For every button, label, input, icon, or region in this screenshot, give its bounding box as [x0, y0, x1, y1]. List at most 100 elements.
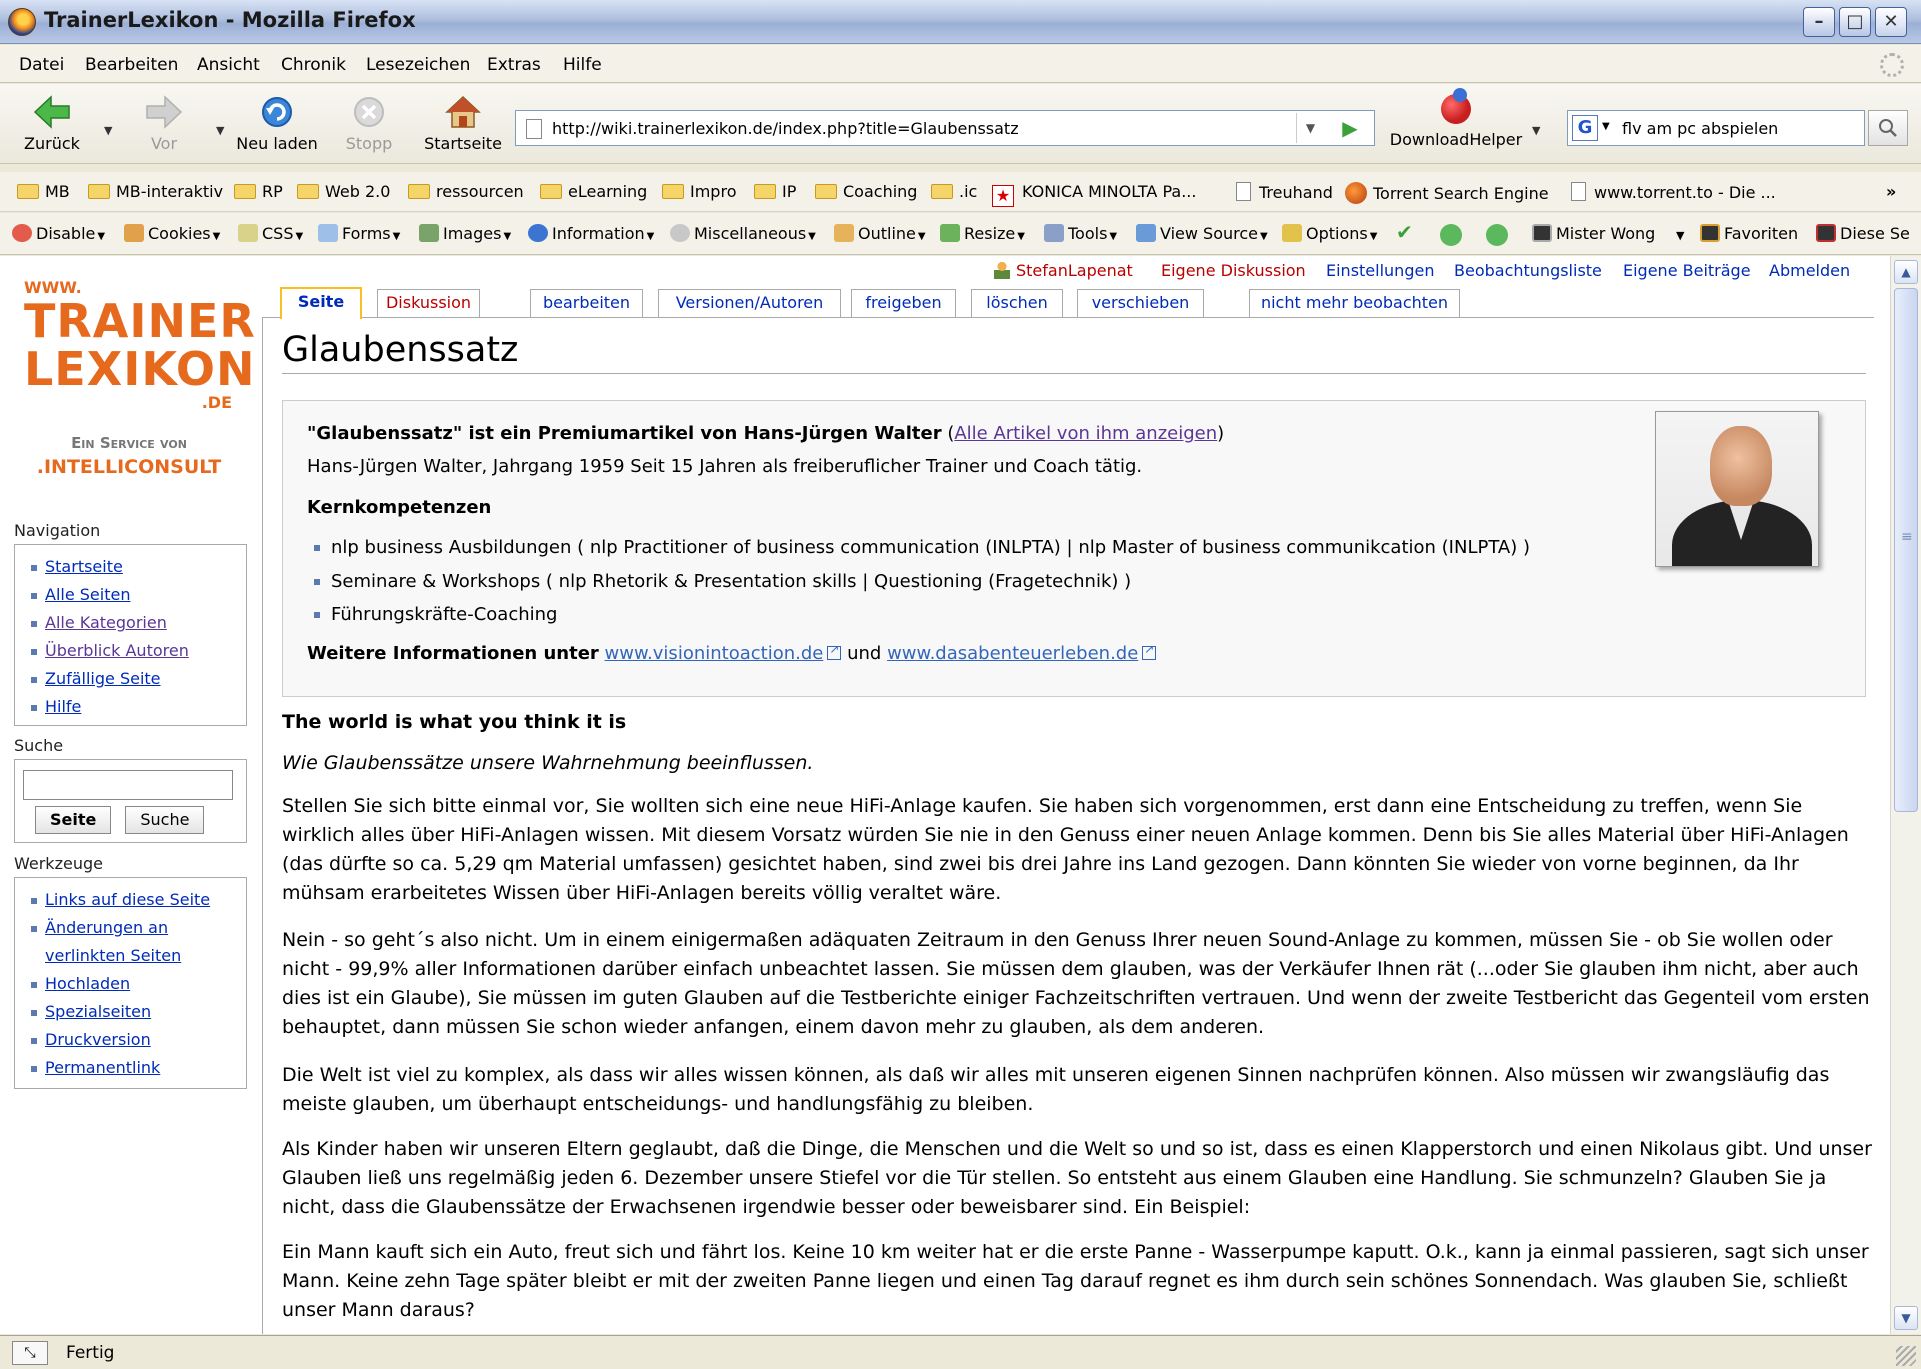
search-bar[interactable]: G ▼ [1567, 110, 1865, 146]
close-button[interactable]: ✕ [1875, 7, 1907, 37]
url-history-dropdown[interactable]: ▼ [1296, 113, 1324, 143]
bookmark-folder[interactable]: .ic [931, 182, 977, 201]
validate-css-button[interactable] [1440, 224, 1466, 247]
devbar-images[interactable]: Images ▼ [419, 224, 511, 243]
home-button[interactable]: Startseite [418, 94, 508, 153]
go-page-button[interactable]: Seite [35, 806, 112, 834]
watchlist-link[interactable]: Beobachtungsliste [1454, 261, 1602, 280]
menu-bearbeiten[interactable]: Bearbeiten [85, 55, 178, 75]
google-engine-icon[interactable]: G [1572, 115, 1598, 141]
bookmark-folder[interactable]: Coaching [815, 182, 917, 201]
forward-history-dropdown[interactable]: ▼ [216, 124, 224, 137]
user-page-link[interactable]: StefanLapenat [994, 261, 1133, 280]
devbar-outline[interactable]: Outline ▼ [834, 224, 926, 243]
go-button[interactable]: ▶ [1332, 113, 1368, 143]
menu-chronik[interactable]: Chronik [281, 55, 346, 75]
bookmark-folder[interactable]: RP [234, 182, 283, 201]
validate-check-icon[interactable]: ✔ [1396, 220, 1413, 244]
sidebar-item-druckversion[interactable]: Druckversion [23, 1026, 246, 1054]
forward-button[interactable]: Vor [130, 94, 198, 153]
resize-grip[interactable] [1896, 1346, 1916, 1366]
menu-datei[interactable]: Datei [19, 55, 64, 75]
tab-freigeben[interactable]: freigeben [851, 289, 956, 317]
favoriten-button[interactable]: Favoriten [1700, 224, 1798, 243]
maximize-button[interactable]: □ [1839, 7, 1871, 37]
scroll-thumb[interactable] [1894, 288, 1918, 812]
bookmark-link[interactable]: www.torrent.to - Die ... [1571, 182, 1776, 202]
tab-versionen-autoren[interactable]: Versionen/Autoren [658, 289, 841, 317]
bookmark-link[interactable]: ★ KONICA MINOLTA Pa... [992, 182, 1196, 207]
downloadhelper-dropdown[interactable]: ▼ [1532, 124, 1540, 137]
reload-button[interactable]: Neu laden [232, 94, 322, 153]
search-engine-dropdown[interactable]: ▼ [1602, 121, 1610, 132]
menu-hilfe[interactable]: Hilfe [563, 55, 602, 75]
sidebar-item-hilfe[interactable]: Hilfe [23, 693, 246, 721]
scroll-up-button[interactable]: ▲ [1894, 260, 1918, 284]
validate-html-button[interactable] [1486, 224, 1512, 247]
tab-nicht-mehr-beobachten[interactable]: nicht mehr beobachten [1249, 289, 1460, 317]
bookmark-folder[interactable]: MB-interaktiv [88, 182, 223, 201]
menu-ansicht[interactable]: Ansicht [197, 55, 260, 75]
url-input[interactable] [552, 115, 1292, 141]
all-articles-link[interactable]: Alle Artikel von ihm anzeigen [954, 423, 1217, 444]
logout-link[interactable]: Abmelden [1769, 261, 1850, 280]
bookmark-folder[interactable]: Impro [662, 182, 736, 201]
dasabenteuerleben-link[interactable]: www.dasabenteuerleben.de [887, 643, 1138, 664]
devbar-resize[interactable]: Resize ▼ [940, 224, 1025, 243]
sidebar-item-permanentlink[interactable]: Permanentlink [23, 1054, 246, 1082]
downloadhelper-button[interactable]: DownloadHelper [1386, 88, 1526, 149]
bookmark-link[interactable]: Treuhand [1236, 182, 1333, 202]
bookmark-folder[interactable]: IP [754, 182, 796, 201]
search-input[interactable] [1622, 115, 1832, 141]
minimize-button[interactable]: – [1803, 7, 1835, 37]
trainerlexikon-logo[interactable]: WWW. TRAINER LEXIKON .DE Ein Service von… [24, 278, 255, 478]
tab-diskussion[interactable]: Diskussion [377, 289, 480, 317]
mister-wong-dropdown[interactable]: ▼ [1676, 229, 1684, 242]
stop-button[interactable]: Stopp [336, 94, 402, 153]
back-history-dropdown[interactable]: ▼ [104, 124, 112, 137]
sidebar-item-alle-seiten[interactable]: Alle Seiten [23, 581, 246, 609]
my-talk-link[interactable]: Eigene Diskussion [1161, 261, 1306, 280]
tab-bearbeiten[interactable]: bearbeiten [530, 289, 643, 317]
sidebar-item-startseite[interactable]: Startseite [23, 553, 246, 581]
devbar-cookies[interactable]: Cookies ▼ [124, 224, 220, 243]
bookmark-link[interactable]: Torrent Search Engine [1345, 182, 1549, 204]
devbar-information[interactable]: Information ▼ [528, 224, 654, 243]
my-contributions-link[interactable]: Eigene Beiträge [1623, 261, 1751, 280]
devbar-miscellaneous[interactable]: Miscellaneous ▼ [670, 224, 816, 243]
back-button[interactable]: Zurück [18, 94, 86, 153]
sidebar-item-ueberblick-autoren[interactable]: Überblick Autoren [23, 637, 246, 665]
tab-loeschen[interactable]: löschen [971, 289, 1063, 317]
sidebar-item-aenderungen[interactable]: Änderungen an verlinkten Seiten [23, 914, 246, 970]
tab-seite[interactable]: Seite [280, 287, 362, 319]
visionintoaction-link[interactable]: www.visionintoaction.de [605, 643, 824, 664]
bookmark-folder[interactable]: MB [17, 182, 70, 201]
author-photo[interactable] [1655, 411, 1819, 567]
fulltext-search-button[interactable]: Suche [125, 806, 205, 834]
sidebar-item-links-auf-diese-seite[interactable]: Links auf diese Seite [23, 886, 246, 914]
sidebar-item-zufaellige-seite[interactable]: Zufällige Seite [23, 665, 246, 693]
devbar-options[interactable]: Options ▼ [1282, 224, 1377, 243]
sidebar-item-spezialseiten[interactable]: Spezialseiten [23, 998, 246, 1026]
menu-extras[interactable]: Extras [487, 55, 541, 75]
mister-wong-button[interactable]: Mister Wong [1532, 224, 1655, 243]
devbar-tools[interactable]: Tools ▼ [1044, 224, 1117, 243]
devbar-view-source[interactable]: View Source ▼ [1136, 224, 1268, 243]
vertical-scrollbar[interactable]: ▲ ▼ [1890, 256, 1921, 1334]
devbar-disable[interactable]: Disable ▼ [12, 224, 105, 243]
bookmark-folder[interactable]: ressourcen [408, 182, 524, 201]
wiki-search-input[interactable] [23, 770, 233, 800]
url-bar[interactable]: ▼ ▶ [515, 110, 1375, 146]
devbar-forms[interactable]: Forms ▼ [318, 224, 400, 243]
sidebar-item-hochladen[interactable]: Hochladen [23, 970, 246, 998]
search-button[interactable] [1868, 110, 1908, 146]
sidebar-item-alle-kategorien[interactable]: Alle Kategorien [23, 609, 246, 637]
menu-lesezeichen[interactable]: Lesezeichen [366, 55, 470, 75]
bookmark-folder[interactable]: eLearning [540, 182, 647, 201]
diese-seite-button[interactable]: Diese Se [1816, 224, 1910, 243]
bookmark-folder[interactable]: Web 2.0 [297, 182, 390, 201]
devbar-css[interactable]: CSS ▼ [238, 224, 303, 243]
preferences-link[interactable]: Einstellungen [1326, 261, 1434, 280]
bookmarks-overflow-button[interactable]: » [1886, 182, 1896, 201]
tab-verschieben[interactable]: verschieben [1077, 289, 1204, 317]
